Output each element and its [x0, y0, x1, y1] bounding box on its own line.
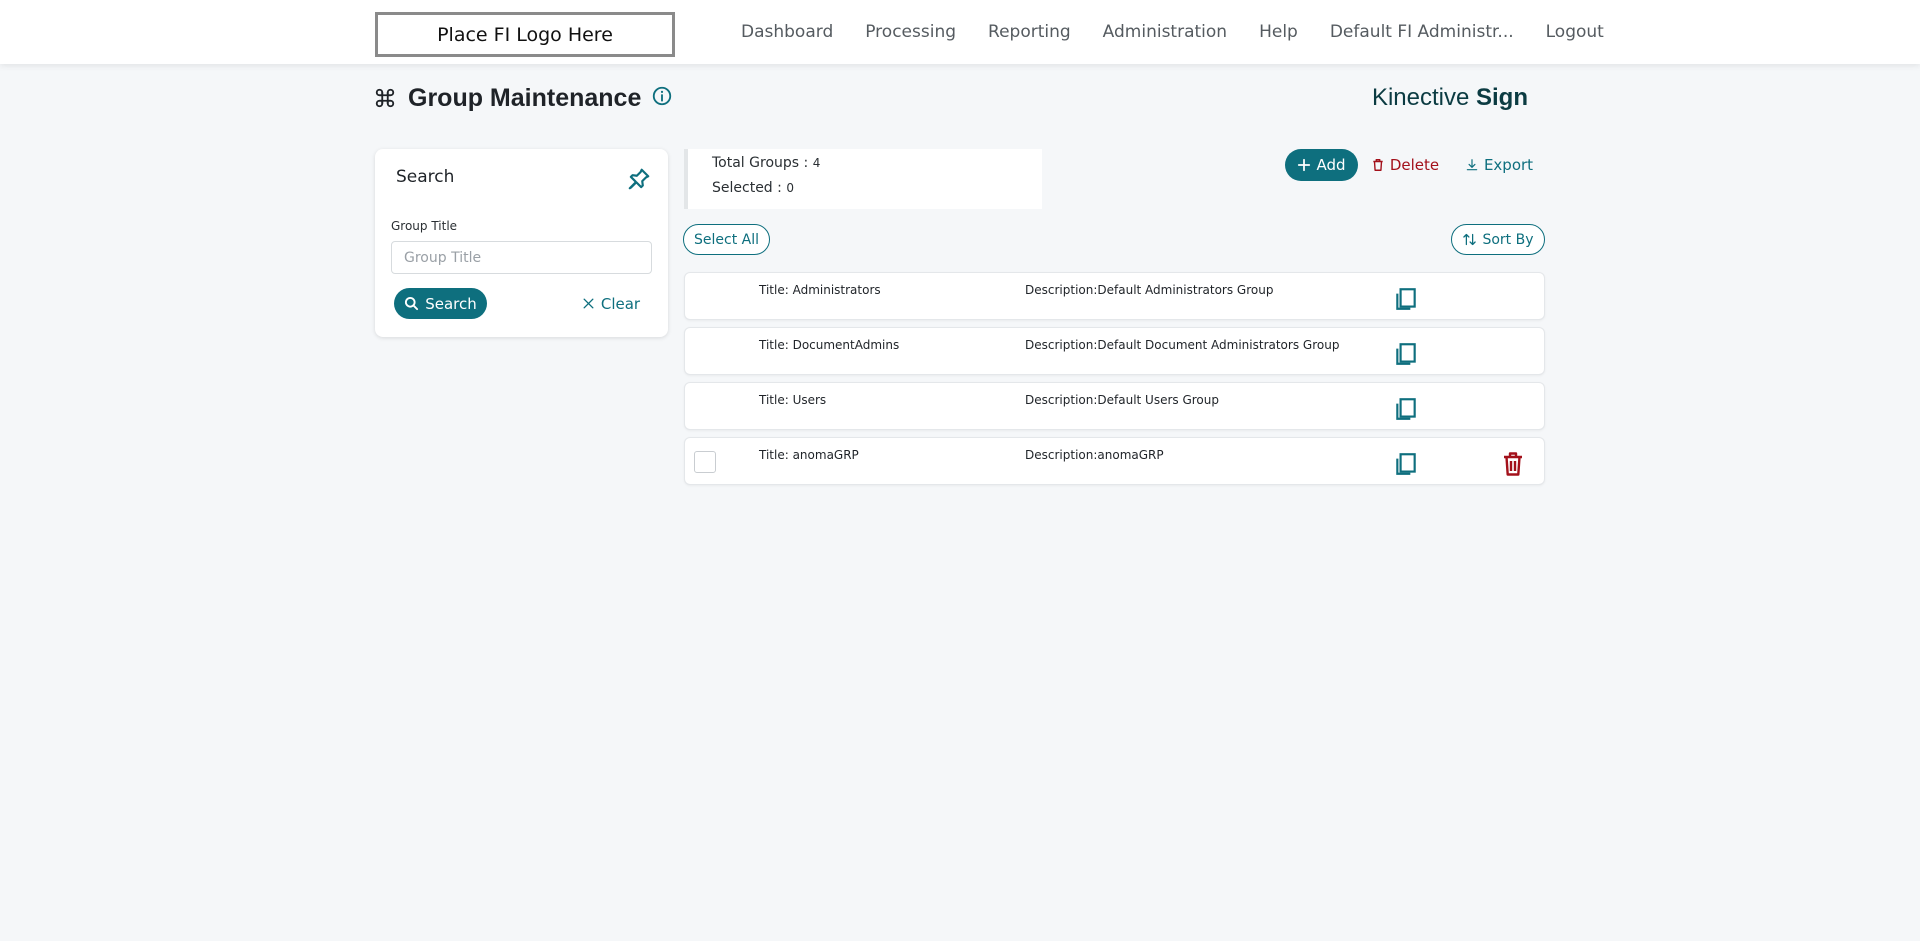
selected-count-label: Selected :	[712, 180, 787, 196]
pin-icon[interactable]	[626, 166, 652, 192]
brand-name-bold: Sign	[1476, 84, 1528, 111]
total-groups-label: Total Groups :	[712, 155, 813, 171]
group-row[interactable]: Title: Administrators Description:Defaul…	[684, 272, 1545, 320]
groups-summary: Total Groups : 4 Selected : 0	[684, 149, 1042, 209]
group-row[interactable]: Title: DocumentAdmins Description:Defaul…	[684, 327, 1545, 375]
total-groups-value: 4	[812, 156, 821, 170]
command-icon	[375, 88, 395, 108]
copy-icon[interactable]	[1393, 341, 1419, 367]
nav-processing[interactable]: Processing	[849, 0, 972, 64]
page-header: Group Maintenance	[374, 82, 673, 114]
copy-icon[interactable]	[1393, 451, 1419, 477]
group-title: Title: Administrators	[759, 283, 881, 297]
copy-icon[interactable]	[1393, 286, 1419, 312]
search-icon	[405, 296, 419, 311]
sort-icon	[1463, 233, 1477, 246]
clear-button[interactable]: Clear	[578, 288, 644, 319]
clear-button-label: Clear	[600, 294, 641, 313]
nav-help[interactable]: Help	[1243, 0, 1314, 64]
selected-count: Selected : 0	[712, 180, 794, 196]
export-button-label: Export	[1483, 156, 1534, 174]
trash-icon	[1373, 159, 1383, 171]
group-description: Description:Default Users Group	[1025, 393, 1219, 407]
page-title: Group Maintenance	[408, 83, 642, 112]
nav-user-menu[interactable]: Default FI Administr...	[1314, 0, 1530, 64]
group-row[interactable]: Title: anomaGRP Description:anomaGRP	[684, 437, 1545, 485]
sort-by-label: Sort By	[1482, 231, 1534, 248]
nav-logout[interactable]: Logout	[1530, 0, 1620, 64]
group-description: Description:anomaGRP	[1025, 448, 1164, 462]
group-list: Title: Administrators Description:Defaul…	[684, 272, 1545, 492]
top-navigation-bar: Place FI Logo Here Dashboard Processing …	[0, 0, 1920, 64]
group-row[interactable]: Title: Users Description:Default Users G…	[684, 382, 1545, 430]
group-description: Description:Default Administrators Group	[1025, 283, 1274, 297]
search-button-label: Search	[425, 294, 477, 313]
logo-placeholder[interactable]: Place FI Logo Here	[375, 12, 675, 57]
total-groups: Total Groups : 4	[712, 155, 820, 171]
export-button[interactable]: Export	[1462, 149, 1536, 181]
sort-by-button[interactable]: Sort By	[1451, 224, 1545, 255]
delete-button[interactable]: Delete	[1370, 149, 1440, 181]
nav-dashboard[interactable]: Dashboard	[725, 0, 849, 64]
copy-icon[interactable]	[1393, 396, 1419, 422]
group-title-label: Group Title	[391, 219, 458, 233]
add-button[interactable]: Add	[1285, 149, 1358, 181]
brand-logo: Kinective Sign	[1360, 84, 1528, 112]
group-title: Title: DocumentAdmins	[759, 338, 900, 352]
selected-count-value: 0	[786, 181, 794, 195]
main-nav: Dashboard Processing Reporting Administr…	[725, 0, 1620, 64]
group-description: Description:Default Document Administrat…	[1025, 338, 1340, 352]
search-panel-title: Search	[396, 167, 455, 187]
select-all-button[interactable]: Select All	[683, 224, 770, 255]
plus-icon	[1298, 158, 1311, 172]
add-button-label: Add	[1316, 156, 1346, 174]
nav-reporting[interactable]: Reporting	[972, 0, 1087, 64]
trash-icon[interactable]	[1501, 451, 1525, 477]
nav-administration[interactable]: Administration	[1087, 0, 1243, 64]
group-title: Title: Users	[759, 393, 827, 407]
close-icon	[583, 298, 594, 309]
brand-name-light: Kinective	[1371, 84, 1470, 111]
delete-button-label: Delete	[1389, 156, 1440, 174]
row-checkbox[interactable]	[694, 451, 716, 473]
group-title-input[interactable]	[391, 241, 652, 274]
search-button[interactable]: Search	[394, 288, 487, 319]
search-panel: Search Group Title Search Clear	[375, 149, 668, 337]
info-icon[interactable]	[651, 85, 673, 107]
group-title: Title: anomaGRP	[759, 448, 859, 462]
download-icon	[1466, 159, 1478, 171]
